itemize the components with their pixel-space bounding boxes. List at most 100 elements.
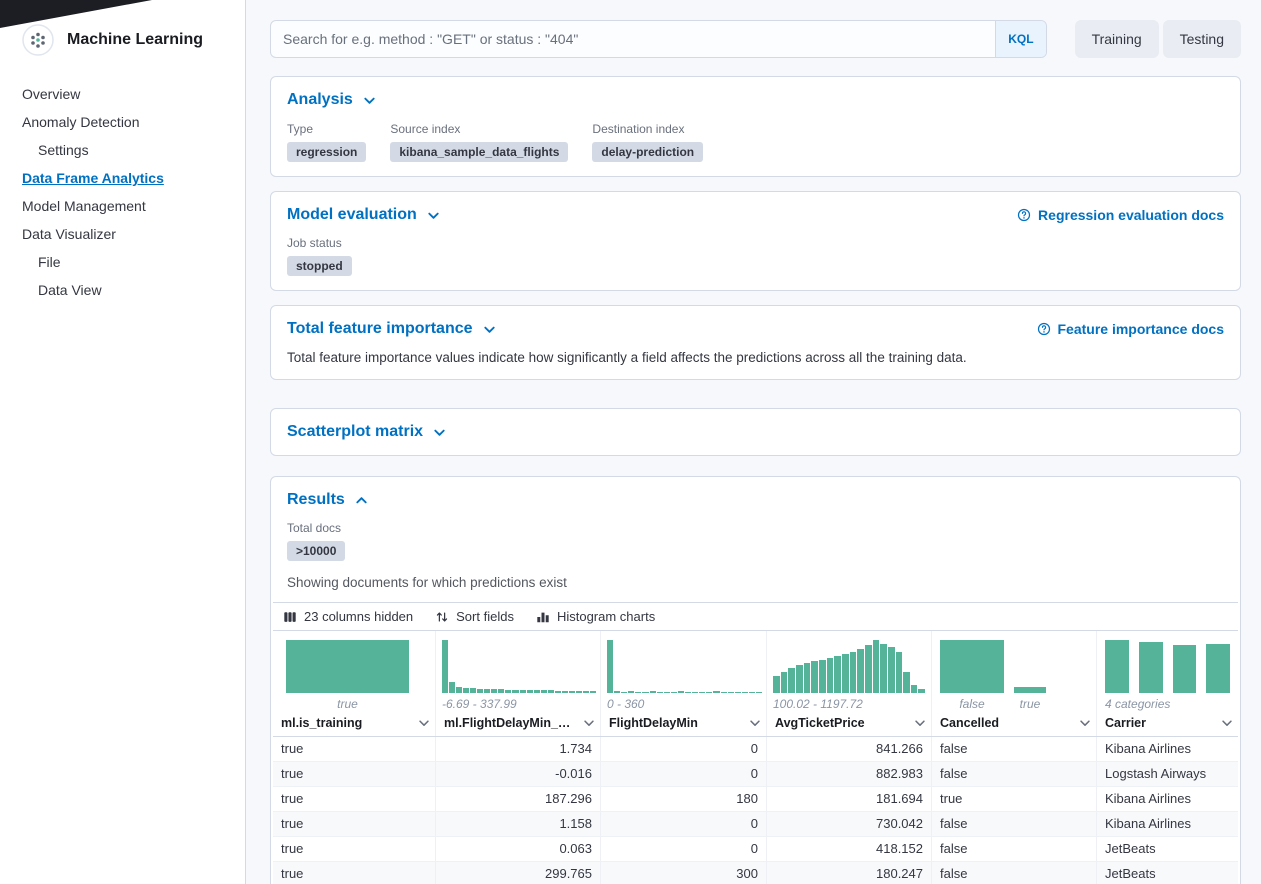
grid-cell[interactable]: Kibana Airlines <box>1097 787 1238 811</box>
column-header: ml.FlightDelayMin_pred <box>436 714 600 736</box>
sort-fields-button[interactable]: Sort fields <box>435 609 514 624</box>
grid-body: true1.7340841.266falseKibana Airlinestru… <box>273 737 1238 884</box>
grid-cell[interactable]: 187.296 <box>436 787 601 811</box>
histogram-bar <box>865 645 872 693</box>
grid-row: true1.7340841.266falseKibana Airlines <box>273 737 1238 762</box>
grid-cell[interactable]: true <box>932 787 1097 811</box>
grid-cell[interactable]: Kibana Airlines <box>1097 737 1238 761</box>
grid-cell[interactable]: 1.158 <box>436 812 601 836</box>
column-actions-chevron-icon[interactable] <box>913 716 927 730</box>
grid-cell[interactable]: 841.266 <box>767 737 932 761</box>
chevron-down-icon <box>432 425 447 440</box>
column-actions-chevron-icon[interactable] <box>748 716 762 730</box>
columns-hidden-button[interactable]: 23 columns hidden <box>283 609 413 624</box>
grid-cell[interactable]: true <box>273 762 436 786</box>
testing-button[interactable]: Testing <box>1163 20 1241 58</box>
analysis-fields: TyperegressionSource indexkibana_sample_… <box>287 122 1224 162</box>
analysis-section-toggle[interactable]: Analysis <box>287 91 377 109</box>
feature-importance-section-toggle[interactable]: Total feature importance <box>287 320 497 338</box>
grid-cell[interactable]: 0 <box>601 762 767 786</box>
grid-cell[interactable]: 300 <box>601 862 767 884</box>
grid-cell[interactable]: false <box>932 837 1097 861</box>
regression-evaluation-docs-link[interactable]: Regression evaluation docs <box>1017 207 1224 223</box>
job-status-badge: stopped <box>287 256 352 276</box>
grid-cell[interactable]: 0 <box>601 837 767 861</box>
sidebar-item-overview[interactable]: Overview <box>0 80 245 108</box>
grid-cell[interactable]: Kibana Airlines <box>1097 812 1238 836</box>
feature-importance-docs-link[interactable]: Feature importance docs <box>1037 321 1225 337</box>
sidebar-item-data-frame-analytics[interactable]: Data Frame Analytics <box>0 164 245 192</box>
analysis-panel: Analysis TyperegressionSource indexkiban… <box>270 76 1241 177</box>
column-actions-chevron-icon[interactable] <box>582 716 596 730</box>
sidebar-item-file[interactable]: File <box>0 248 245 276</box>
grid-cell[interactable]: 0 <box>601 737 767 761</box>
grid-cell[interactable]: true <box>273 837 436 861</box>
grid-header-row: trueml.is_training-6.69 - 337.99ml.Fligh… <box>273 631 1238 737</box>
histogram-bar <box>819 660 826 693</box>
scatterplot-panel-head: Scatterplot matrix <box>287 423 1224 441</box>
grid-cell[interactable]: 180.247 <box>767 862 932 884</box>
chevron-up-icon <box>354 493 369 508</box>
grid-cell[interactable]: 0.063 <box>436 837 601 861</box>
grid-cell[interactable]: 418.152 <box>767 837 932 861</box>
grid-cell[interactable]: 181.694 <box>767 787 932 811</box>
grid-row: true0.0630418.152falseJetBeats <box>273 837 1238 862</box>
column-actions-chevron-icon[interactable] <box>417 716 431 730</box>
field-value-badge: kibana_sample_data_flights <box>390 142 568 162</box>
column-range-label: true <box>273 693 435 714</box>
results-data-grid: 23 columns hidden Sort fields Histogram … <box>273 602 1238 884</box>
grid-cell[interactable]: true <box>273 787 436 811</box>
grid-cell[interactable]: false <box>932 737 1097 761</box>
grid-column-AvgTicketPrice: 100.02 - 1197.72AvgTicketPrice <box>767 631 932 736</box>
grid-cell[interactable]: 882.983 <box>767 762 932 786</box>
column-histogram <box>932 631 1096 693</box>
grid-cell[interactable]: Logstash Airways <box>1097 762 1238 786</box>
column-actions-chevron-icon[interactable] <box>1220 716 1234 730</box>
grid-cell[interactable]: true <box>273 862 436 884</box>
feature-importance-description: Total feature importance values indicate… <box>287 350 1224 365</box>
column-histogram <box>767 631 931 693</box>
sort-icon <box>435 610 449 624</box>
grid-cell[interactable]: false <box>932 812 1097 836</box>
columns-icon <box>283 610 297 624</box>
column-actions-chevron-icon[interactable] <box>1078 716 1092 730</box>
grid-cell[interactable]: 0 <box>601 812 767 836</box>
grid-cell[interactable]: 299.765 <box>436 862 601 884</box>
histogram-charts-button[interactable]: Histogram charts <box>536 609 655 624</box>
column-histogram <box>601 631 766 693</box>
grid-column-Carrier: 4 categoriesCarrier <box>1097 631 1238 736</box>
grid-cell[interactable]: JetBeats <box>1097 862 1238 884</box>
histogram-bar <box>827 658 834 694</box>
grid-cell[interactable]: false <box>932 862 1097 884</box>
grid-cell[interactable]: true <box>273 812 436 836</box>
histogram-bar <box>834 656 841 693</box>
sidebar-item-data-visualizer[interactable]: Data Visualizer <box>0 220 245 248</box>
grid-cell[interactable]: false <box>932 762 1097 786</box>
column-header: Carrier <box>1097 714 1238 736</box>
training-button[interactable]: Training <box>1075 20 1159 58</box>
sidebar-item-anomaly-detection[interactable]: Anomaly Detection <box>0 108 245 136</box>
app-root: Machine Learning OverviewAnomaly Detecti… <box>0 0 1261 884</box>
grid-cell[interactable]: 1.734 <box>436 737 601 761</box>
scatterplot-section-toggle[interactable]: Scatterplot matrix <box>287 423 447 441</box>
grid-cell[interactable]: 180 <box>601 787 767 811</box>
field-value-badge: regression <box>287 142 366 162</box>
docs-link-label: Feature importance docs <box>1058 321 1225 337</box>
job-status-field: Job status stopped <box>287 236 1224 276</box>
feature-importance-title: Total feature importance <box>287 320 473 338</box>
histogram-bar <box>449 682 455 693</box>
grid-cell[interactable]: JetBeats <box>1097 837 1238 861</box>
sidebar-item-data-view[interactable]: Data View <box>0 276 245 304</box>
results-section-toggle[interactable]: Results <box>287 491 369 509</box>
grid-cell[interactable]: true <box>273 737 436 761</box>
grid-cell[interactable]: -0.016 <box>436 762 601 786</box>
model-evaluation-section-toggle[interactable]: Model evaluation <box>287 206 441 224</box>
histogram-bar <box>442 640 448 693</box>
column-name: AvgTicketPrice <box>775 716 909 730</box>
search-input[interactable] <box>271 21 995 57</box>
grid-cell[interactable]: 730.042 <box>767 812 932 836</box>
sidebar-item-settings[interactable]: Settings <box>0 136 245 164</box>
sidebar-item-model-management[interactable]: Model Management <box>0 192 245 220</box>
histogram-bar <box>940 640 1004 693</box>
kql-button[interactable]: KQL <box>995 21 1045 57</box>
